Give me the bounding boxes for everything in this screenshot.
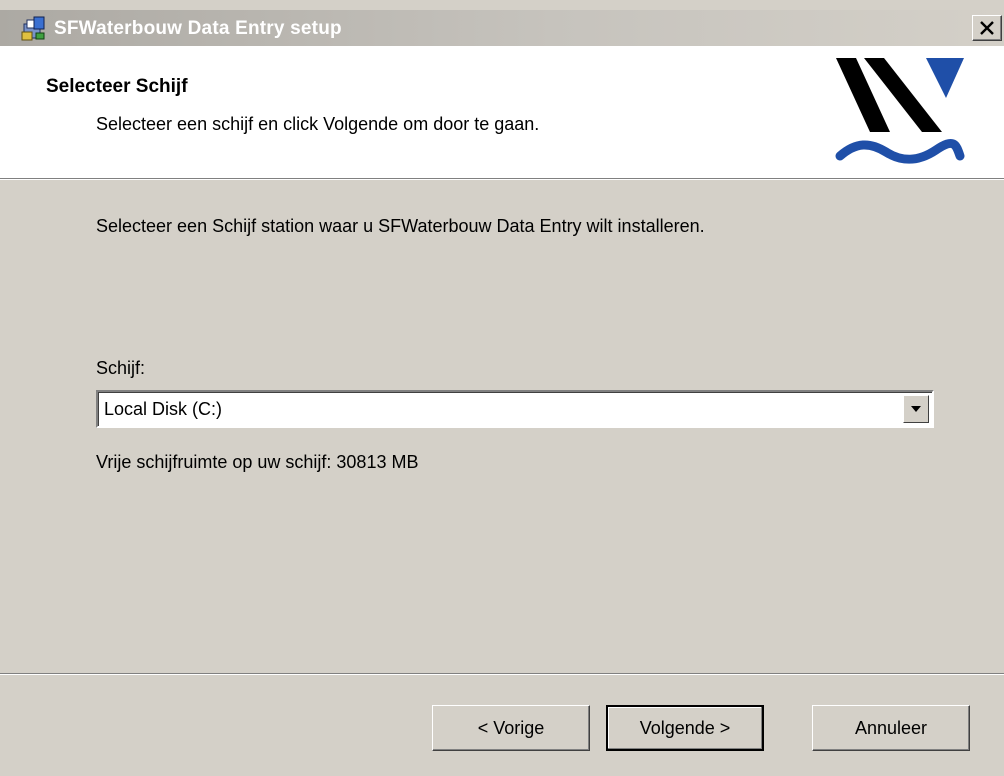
instruction-text: Selecteer een Schijf station waar u SFWa… (96, 216, 705, 236)
close-button[interactable] (972, 15, 1002, 41)
page-title: Selecteer Schijf (46, 76, 188, 97)
drive-select[interactable]: Local Disk (C:) (96, 390, 934, 428)
drive-select-value: Local Disk (C:) (104, 399, 223, 419)
window-title: SFWaterbouw Data Entry setup (54, 18, 342, 39)
installer-icon (21, 16, 45, 41)
free-space-text: Vrije schijfruimte op uw schijf: 30813 M… (96, 452, 419, 472)
footer-divider (0, 673, 1004, 675)
back-button[interactable]: < Vorige (432, 705, 590, 751)
page-subtitle: Selecteer een schijf en click Volgende o… (96, 114, 540, 134)
title-bar[interactable]: SFWaterbouw Data Entry setup (0, 10, 1004, 46)
waterbouw-logo (835, 58, 965, 164)
cancel-button[interactable]: Annuleer (812, 705, 970, 751)
header-divider (0, 178, 1004, 180)
close-icon (980, 21, 994, 35)
setup-dialog: SFWaterbouw Data Entry setup Selecteer S… (0, 0, 1004, 776)
chevron-down-icon (911, 406, 921, 412)
header-banner: Selecteer Schijf Selecteer een schijf en… (0, 46, 1004, 178)
next-button[interactable]: Volgende > (606, 705, 764, 751)
drive-label: Schijf: (96, 358, 146, 378)
dropdown-button[interactable] (903, 395, 929, 423)
